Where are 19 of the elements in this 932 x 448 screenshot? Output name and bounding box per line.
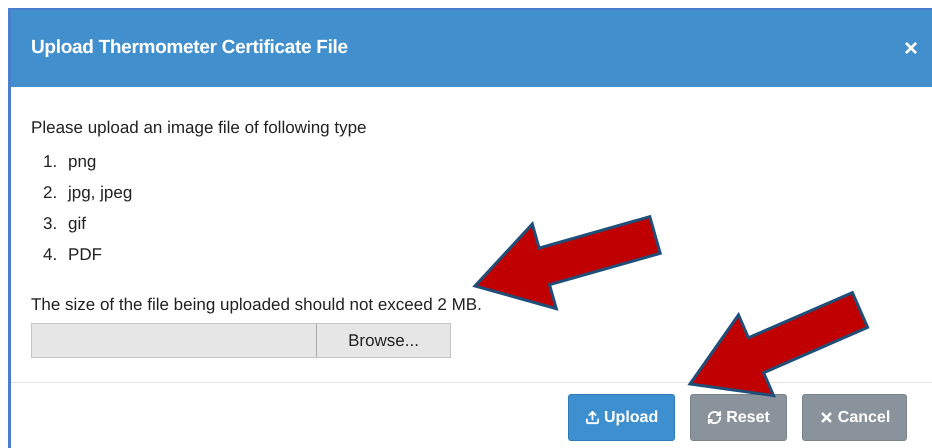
size-note: The size of the file being uploaded should not exceed 2 MB.	[31, 294, 483, 316]
upload-button[interactable]: Upload	[568, 394, 676, 441]
upload-icon	[585, 410, 600, 425]
file-type: gif	[68, 212, 86, 235]
file-type: PDF	[68, 244, 102, 266]
list-number: 2.	[43, 182, 58, 204]
refresh-icon	[707, 410, 722, 425]
file-type: jpg, jpeg	[68, 182, 132, 204]
close-button[interactable]: ×	[904, 36, 918, 60]
list-number: 3.	[43, 212, 58, 235]
list-number: 4.	[43, 244, 58, 266]
file-field[interactable]: Browse...	[31, 323, 451, 358]
instruction-text: Please upload an image file of following type	[31, 117, 368, 139]
file-type: png	[68, 150, 96, 173]
reset-button[interactable]: Reset	[690, 394, 787, 441]
close-icon	[818, 410, 834, 425]
dialog-title: Upload Thermometer Certificate File	[31, 36, 348, 60]
list-number: 1.	[43, 150, 58, 173]
cancel-button[interactable]: Cancel	[802, 394, 908, 441]
